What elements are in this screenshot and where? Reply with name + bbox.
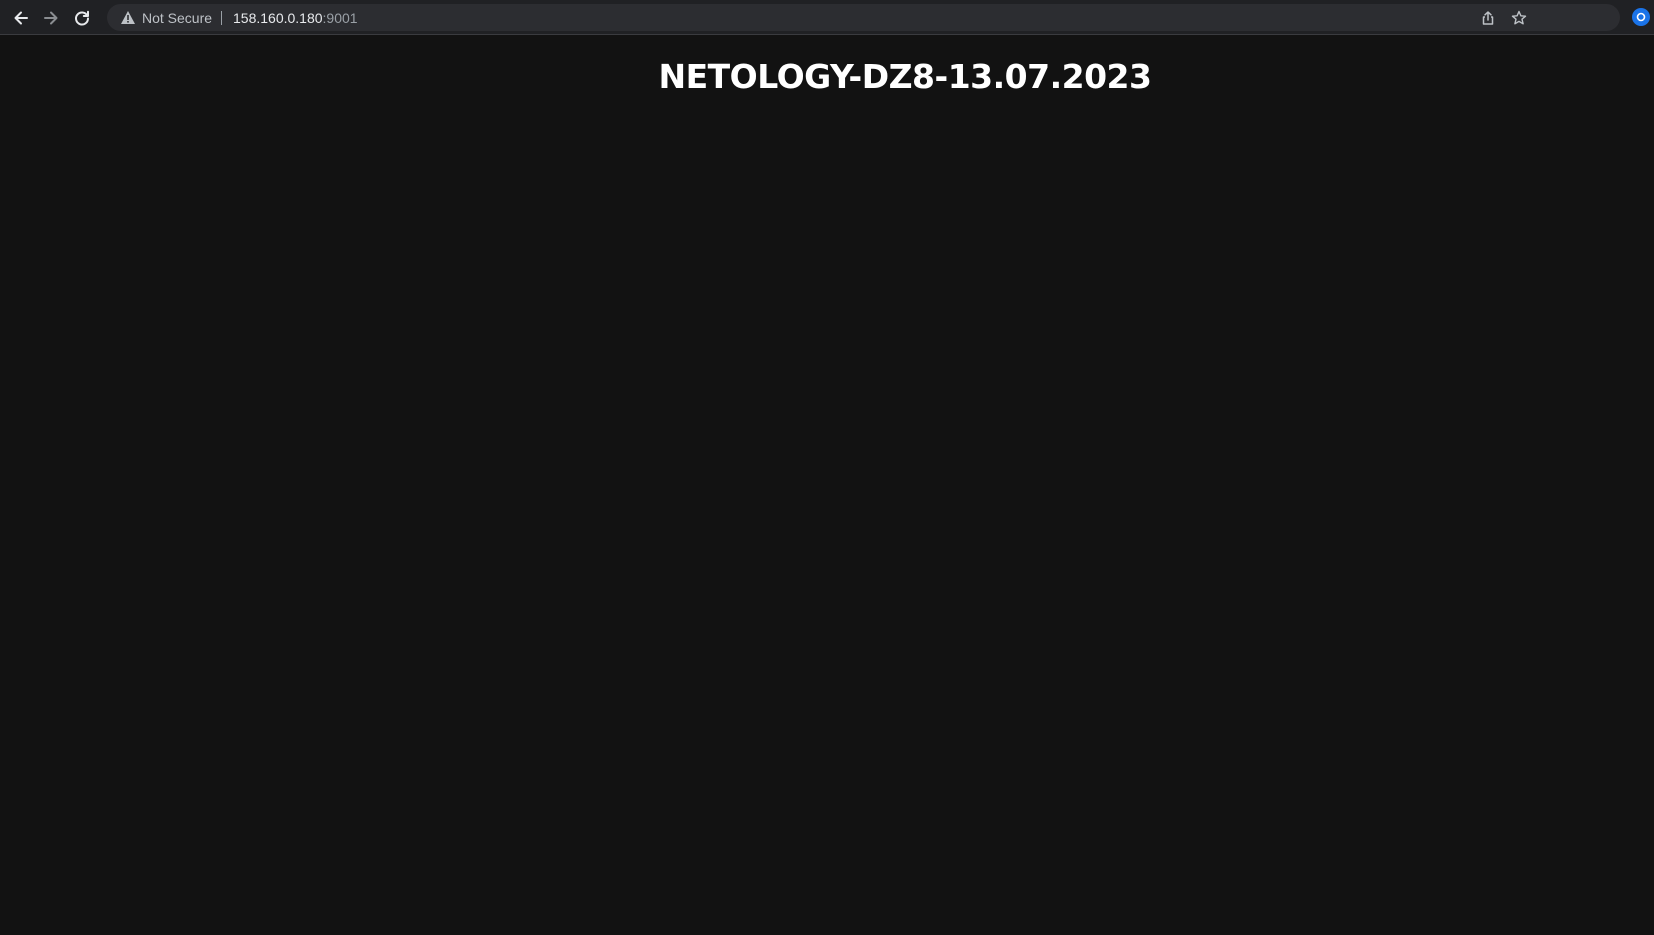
address-bar[interactable]: Not Secure 158.160.0.180:9001 — [107, 4, 1620, 31]
warning-triangle-icon[interactable] — [120, 10, 136, 25]
bookmark-button[interactable] — [1509, 8, 1529, 28]
share-icon — [1482, 11, 1494, 25]
browser-toolbar: Not Secure 158.160.0.180:9001 — [0, 0, 1654, 35]
reload-button[interactable] — [69, 5, 95, 31]
url-host: 158.160.0.180 — [233, 10, 323, 26]
arrow-left-icon — [14, 11, 28, 25]
extension-glyph-icon — [1636, 12, 1646, 22]
back-button[interactable] — [8, 5, 34, 31]
page-content: NETOLOGY-DZ8-13.07.2023 — [0, 35, 1654, 935]
forward-button[interactable] — [38, 5, 64, 31]
url-text[interactable]: 158.160.0.180:9001 — [233, 10, 358, 26]
share-button[interactable] — [1478, 8, 1498, 28]
arrow-right-icon — [44, 11, 58, 25]
reload-icon — [75, 10, 89, 26]
page-heading: NETOLOGY-DZ8-13.07.2023 — [658, 57, 1152, 96]
security-status-label[interactable]: Not Secure — [142, 10, 212, 26]
star-icon — [1511, 10, 1527, 25]
omnibox-divider — [221, 11, 222, 25]
url-port: :9001 — [322, 10, 358, 26]
extension-icon[interactable] — [1632, 8, 1650, 26]
